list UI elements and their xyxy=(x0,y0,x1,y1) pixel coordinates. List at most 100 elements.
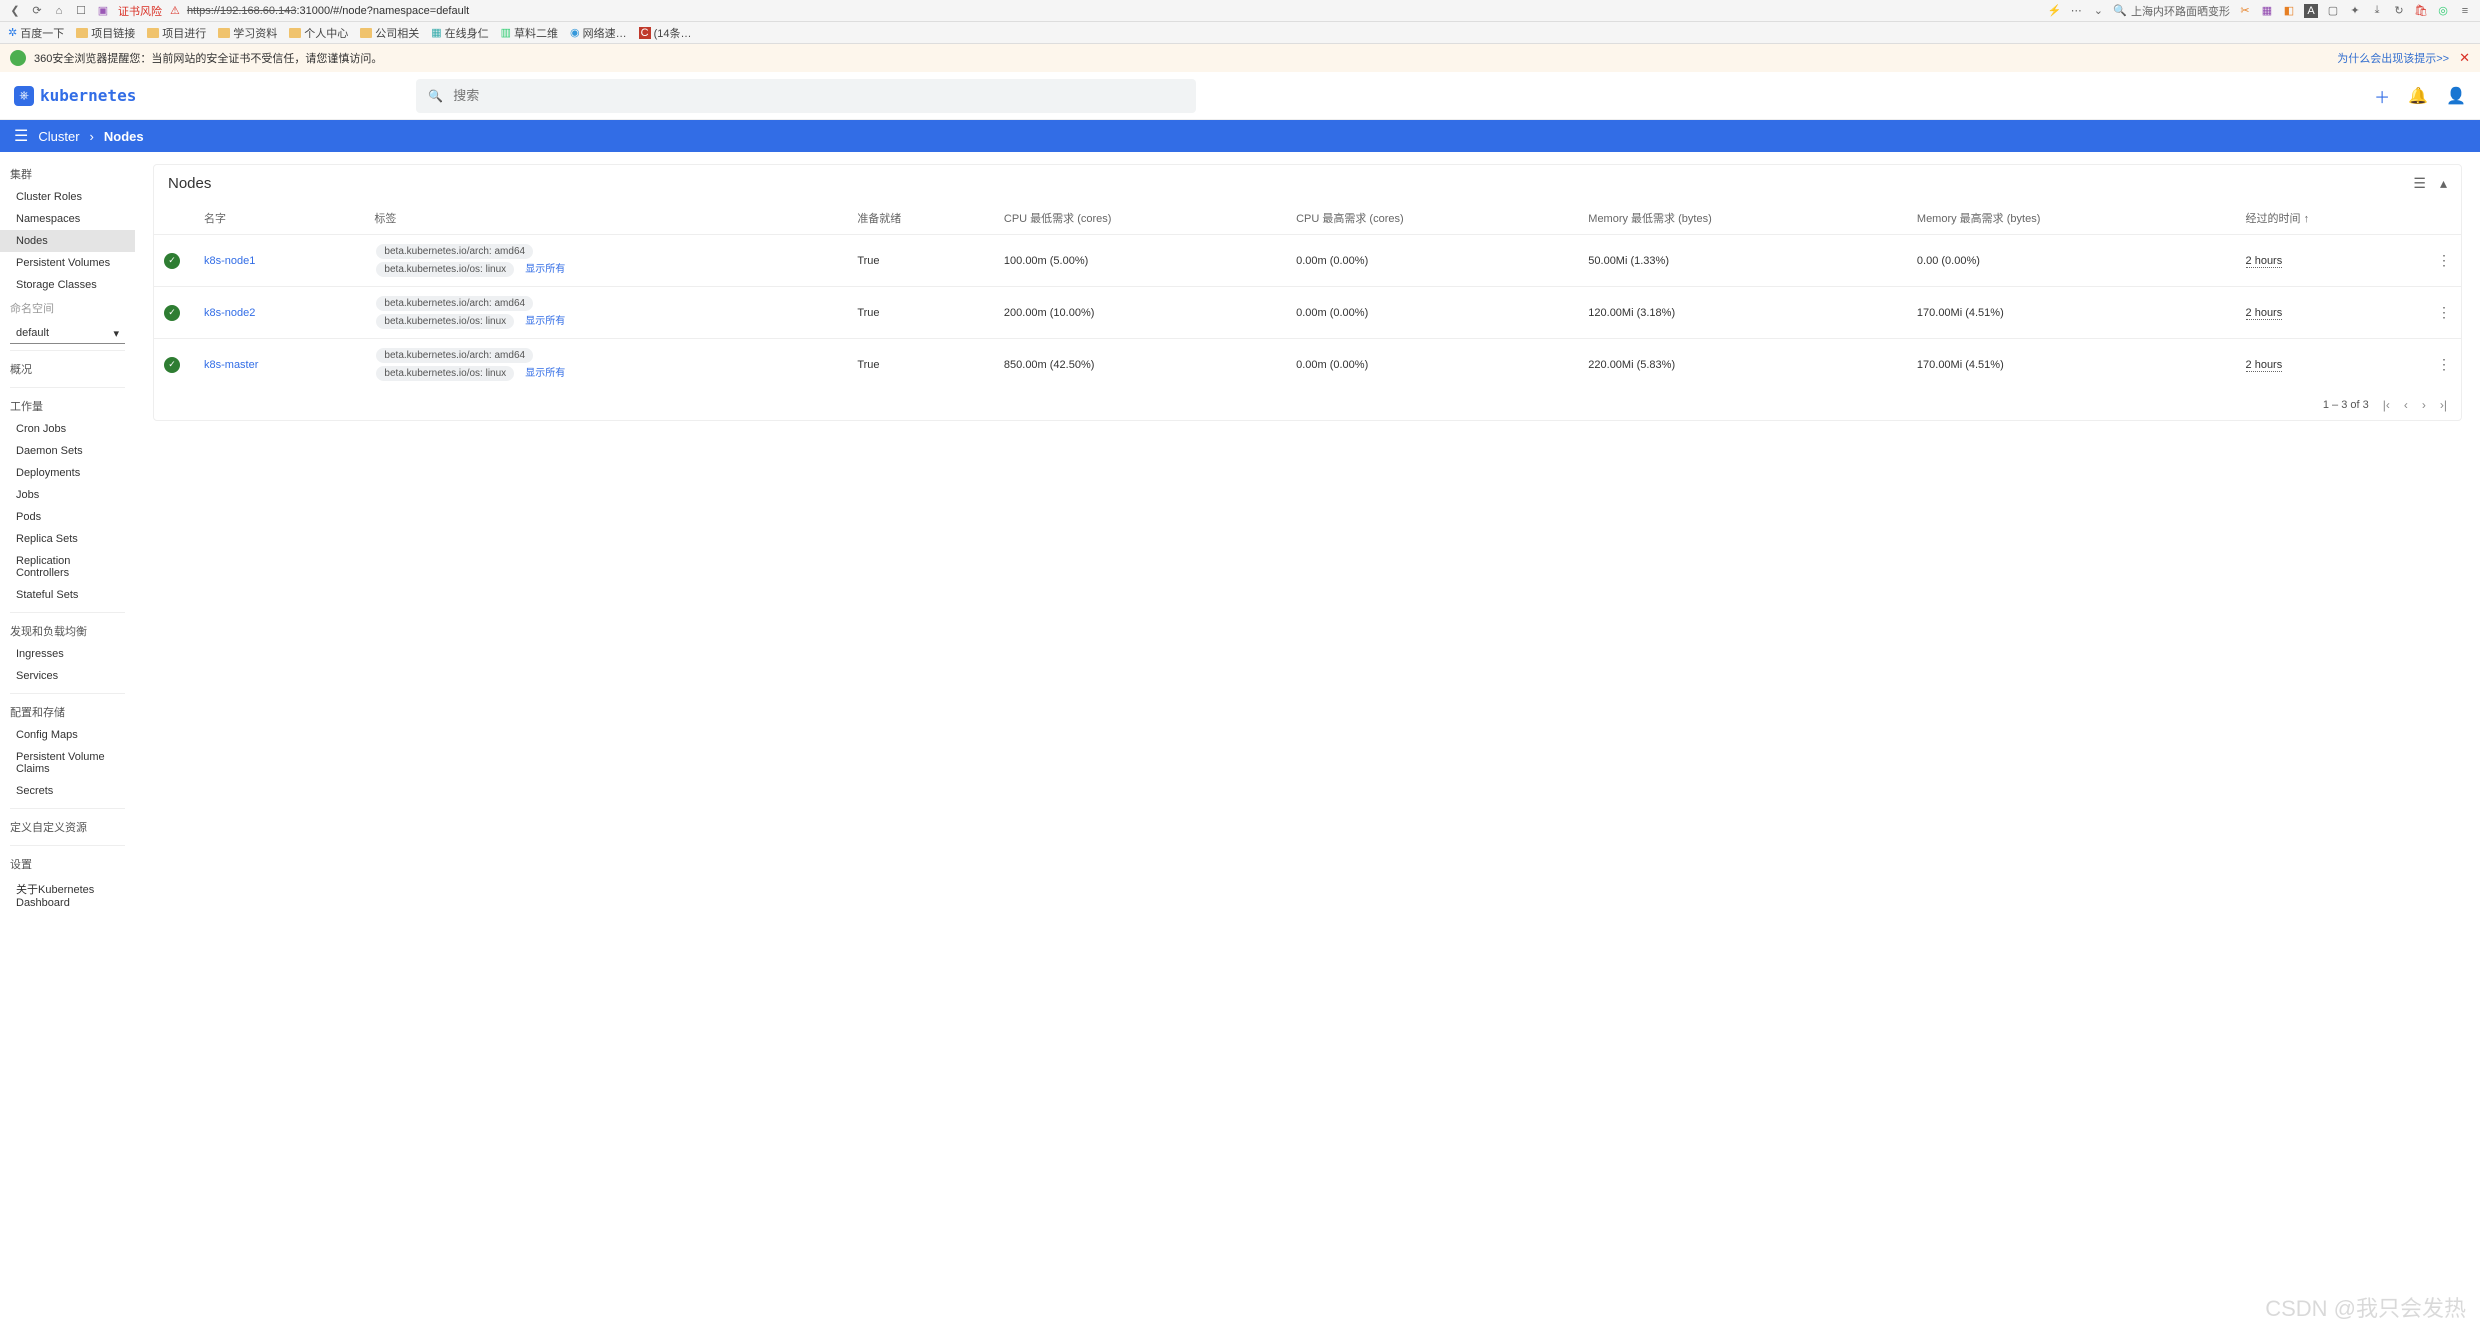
ext6-icon[interactable]: ✦ xyxy=(2348,4,2362,18)
more-icon[interactable]: ⋯ xyxy=(2069,4,2083,18)
bookmark-item[interactable]: C(14条… xyxy=(639,25,692,41)
sidebar-item-namespaces[interactable]: Namespaces xyxy=(0,208,135,230)
status-ok-icon: ✓ xyxy=(164,305,180,321)
collapse-icon[interactable]: ▴ xyxy=(2440,175,2447,192)
why-prompt-link[interactable]: 为什么会出现该提示>> xyxy=(2337,50,2449,66)
bookmark-item[interactable]: 项目进行 xyxy=(147,25,206,41)
security-shield-icon xyxy=(10,50,26,66)
sidebar-item-jobs[interactable]: Jobs xyxy=(0,484,135,506)
col-mem-req[interactable]: Memory 最低需求 (bytes) xyxy=(1578,202,1907,235)
sidebar-item-daemonsets[interactable]: Daemon Sets xyxy=(0,440,135,462)
sidebar-group-overview[interactable]: 概况 xyxy=(0,357,135,381)
ext1-icon[interactable]: ✂ xyxy=(2238,4,2252,18)
cart-icon[interactable]: 🛍 xyxy=(2414,4,2428,18)
age-link[interactable]: 2 hours xyxy=(2246,255,2283,268)
sidebar-item-replicasets[interactable]: Replica Sets xyxy=(0,528,135,550)
sidebar-item-cronjobs[interactable]: Cron Jobs xyxy=(0,418,135,440)
col-cpu-req[interactable]: CPU 最低需求 (cores) xyxy=(994,202,1286,235)
k8s-logo[interactable]: ⎈ kubernetes xyxy=(14,86,136,106)
sidebar-item-nodes[interactable]: Nodes xyxy=(0,230,135,252)
sidebar-group-config: 配置和存储 xyxy=(0,700,135,724)
home-icon[interactable]: ⌂ xyxy=(52,4,66,18)
bookmark-item[interactable]: 学习资料 xyxy=(218,25,277,41)
show-all-link[interactable]: 显示所有 xyxy=(525,264,565,275)
notifications-icon[interactable]: 🔔 xyxy=(2408,86,2428,106)
search-box[interactable]: 🔍 xyxy=(416,79,1196,113)
fav-icon[interactable]: ☐ xyxy=(74,4,88,18)
ext3-icon[interactable]: ◧ xyxy=(2282,4,2296,18)
col-ready[interactable]: 准备就绪 xyxy=(847,202,994,235)
filter-icon[interactable]: ☰ xyxy=(2413,175,2426,192)
bookmark-item[interactable]: ▥草料二维 xyxy=(501,25,558,41)
node-name-link[interactable]: k8s-master xyxy=(204,359,258,371)
col-age[interactable]: 经过的时间 ↑ xyxy=(2236,202,2427,235)
node-name-link[interactable]: k8s-node1 xyxy=(204,255,255,267)
breadcrumb-root[interactable]: Cluster xyxy=(38,129,79,144)
sidebar-group-settings[interactable]: 设置 xyxy=(0,852,135,876)
search-input[interactable] xyxy=(453,88,1184,103)
sidebar-item-rc[interactable]: Replication Controllers xyxy=(0,550,135,584)
col-mem-lim[interactable]: Memory 最高需求 (bytes) xyxy=(1907,202,2236,235)
sidebar-item-clusterroles[interactable]: Cluster Roles xyxy=(0,186,135,208)
row-menu-icon[interactable]: ⋮ xyxy=(2437,356,2451,372)
last-page-icon[interactable]: ›| xyxy=(2440,398,2447,412)
url-bar[interactable]: ⚠ https://192.168.60.143:31000/#/node?na… xyxy=(170,4,469,17)
row-menu-icon[interactable]: ⋮ xyxy=(2437,252,2451,268)
ext4-icon[interactable]: A xyxy=(2304,4,2318,18)
ai-icon[interactable]: ▣ xyxy=(96,4,110,18)
sidebar-item-deployments[interactable]: Deployments xyxy=(0,462,135,484)
col-cpu-lim[interactable]: CPU 最高需求 (cores) xyxy=(1286,202,1578,235)
namespace-select[interactable]: default ▾ xyxy=(10,324,125,344)
ext2-icon[interactable]: ▦ xyxy=(2260,4,2274,18)
first-page-icon[interactable]: |‹ xyxy=(2383,398,2390,412)
dropdown-icon[interactable]: ⌄ xyxy=(2091,4,2105,18)
prev-page-icon[interactable]: ‹ xyxy=(2404,398,2408,412)
refresh2-icon[interactable]: ↻ xyxy=(2392,4,2406,18)
sidebar-item-statefulsets[interactable]: Stateful Sets xyxy=(0,584,135,606)
age-link[interactable]: 2 hours xyxy=(2246,359,2283,372)
bookmark-item[interactable]: ◉网络速… xyxy=(570,25,627,41)
sidebar-group-workloads: 工作量 xyxy=(0,394,135,418)
sidebar-item-services[interactable]: Services xyxy=(0,665,135,687)
node-name-link[interactable]: k8s-node2 xyxy=(204,307,255,319)
bolt-icon[interactable]: ⚡ xyxy=(2047,4,2061,18)
reload-icon[interactable]: ⟳ xyxy=(30,4,44,18)
namespace-value: default xyxy=(16,327,49,340)
download-icon[interactable]: ⤓ xyxy=(2370,4,2384,18)
sidebar-item-pv[interactable]: Persistent Volumes xyxy=(0,252,135,274)
bookmark-item[interactable]: ✲百度一下 xyxy=(8,25,64,41)
user-icon[interactable]: 👤 xyxy=(2446,86,2466,106)
close-banner-icon[interactable]: ✕ xyxy=(2459,50,2470,66)
row-menu-icon[interactable]: ⋮ xyxy=(2437,304,2451,320)
show-all-link[interactable]: 显示所有 xyxy=(525,316,565,327)
col-labels[interactable]: 标签 xyxy=(364,202,847,235)
sidebar-item-pvc[interactable]: Persistent Volume Claims xyxy=(0,746,135,780)
app-header: ⎈ kubernetes 🔍 ＋ 🔔 👤 xyxy=(0,72,2480,120)
sidebar-item-about[interactable]: 关于Kubernetes Dashboard xyxy=(0,876,135,914)
menu-icon[interactable]: ≡ xyxy=(2458,4,2472,18)
sidebar-item-secrets[interactable]: Secrets xyxy=(0,780,135,802)
bookmark-item[interactable]: 个人中心 xyxy=(289,25,348,41)
table-row: ✓ k8s-node2 beta.kubernetes.io/arch: amd… xyxy=(154,287,2461,339)
bookmark-item[interactable]: 公司相关 xyxy=(360,25,419,41)
browser-search[interactable]: 🔍 上海内环路面晒变形 xyxy=(2113,3,2230,19)
sidebar-item-pods[interactable]: Pods xyxy=(0,506,135,528)
sidebar-item-ingresses[interactable]: Ingresses xyxy=(0,643,135,665)
bookmark-item[interactable]: ▦在线身仁 xyxy=(431,25,488,41)
browser-search-text: 上海内环路面晒变形 xyxy=(2131,3,2230,19)
label-chip: beta.kubernetes.io/arch: amd64 xyxy=(376,348,533,363)
age-link[interactable]: 2 hours xyxy=(2246,307,2283,320)
shield-icon[interactable]: ◎ xyxy=(2436,4,2450,18)
ext5-icon[interactable]: ▢ xyxy=(2326,4,2340,18)
hamburger-icon[interactable]: ☰ xyxy=(14,126,28,146)
next-page-icon[interactable]: › xyxy=(2422,398,2426,412)
chevron-right-icon: › xyxy=(90,129,94,144)
sidebar-item-configmaps[interactable]: Config Maps xyxy=(0,724,135,746)
sidebar-group-crd[interactable]: 定义自定义资源 xyxy=(0,815,135,839)
col-name[interactable]: 名字 xyxy=(194,202,364,235)
sidebar-item-storageclasses[interactable]: Storage Classes xyxy=(0,274,135,296)
back-icon[interactable]: ❮ xyxy=(8,4,22,18)
bookmark-item[interactable]: 项目链接 xyxy=(76,25,135,41)
show-all-link[interactable]: 显示所有 xyxy=(525,368,565,379)
create-button[interactable]: ＋ xyxy=(2374,84,2390,108)
